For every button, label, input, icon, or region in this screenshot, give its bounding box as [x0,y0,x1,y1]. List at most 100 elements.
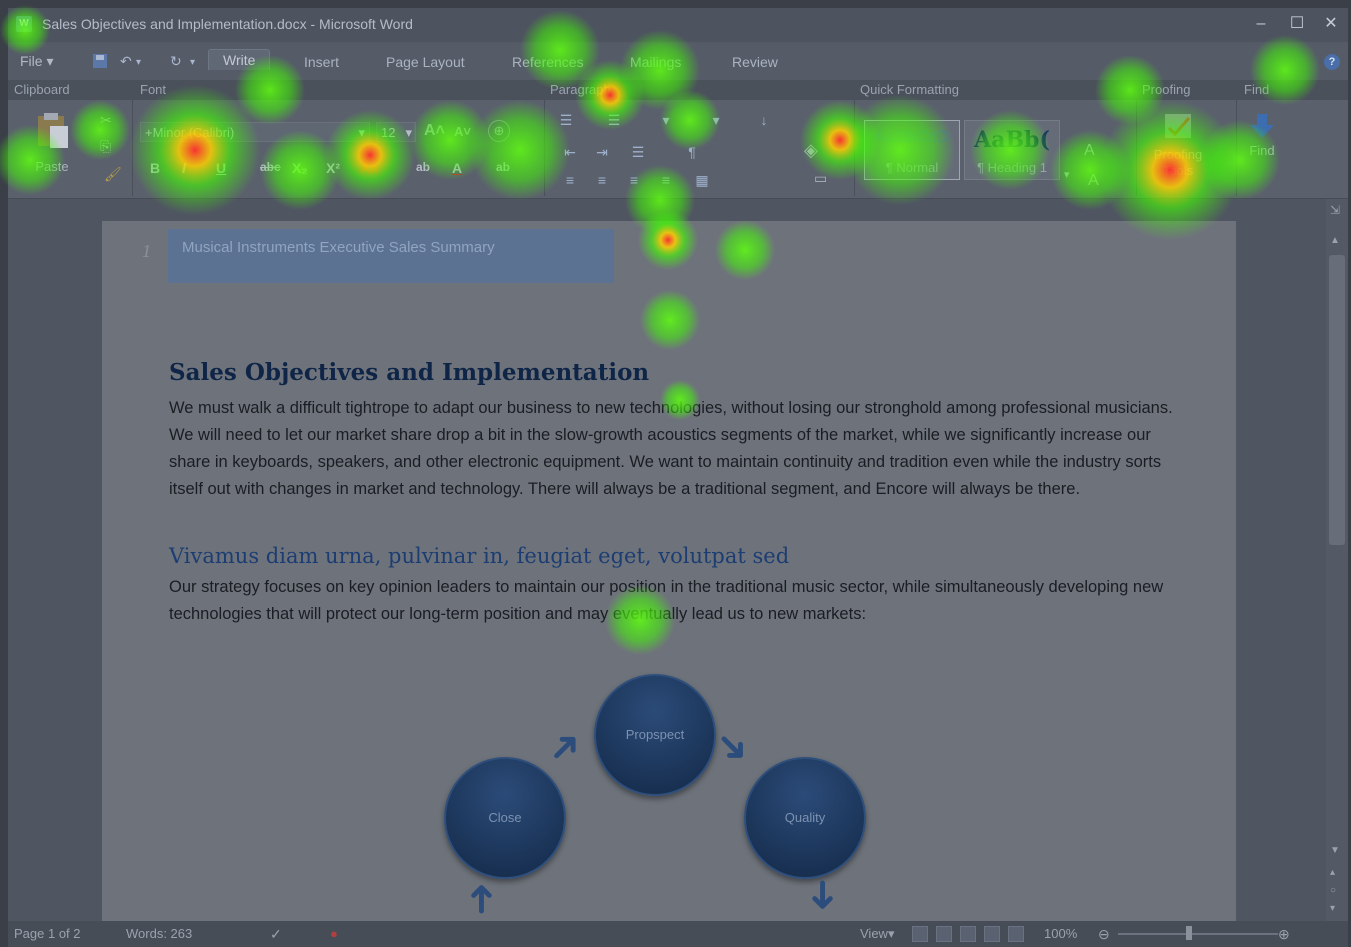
next-page-icon[interactable]: ▾ [1330,903,1335,914]
document-paragraph-1: We must walk a difficult tightrope to ad… [169,399,1173,498]
italic-button[interactable]: I [182,160,186,176]
redo-icon[interactable]: ↻ [170,53,182,70]
undo-icon[interactable]: ↶ [120,53,132,70]
indent-left-icon[interactable]: ⇤ [560,144,580,160]
view-menu[interactable]: View▾ [860,926,894,942]
document-area: 1 Musical Instruments Executive Sales Su… [8,199,1326,931]
subscript-button[interactable]: X₂ [292,160,308,176]
multilevel-icon[interactable]: ▾ [656,112,676,128]
window-title: Sales Objectives and Implementation.docx… [42,16,413,32]
group-label-paragraph: Paragraph [550,82,611,97]
align-right-icon[interactable]: ≡ [624,172,644,188]
draft-view-icon[interactable] [1008,926,1024,942]
justify-icon[interactable]: ≡ [656,172,676,188]
table-icon[interactable]: ▦ [692,172,712,188]
full-screen-view-icon[interactable] [936,926,952,942]
web-layout-view-icon[interactable] [960,926,976,942]
line-spacing-icon[interactable]: ☰ [628,144,648,160]
scroll-up-icon[interactable]: ▲ [1330,235,1340,246]
qat-dropdown-icon[interactable]: ▾ [190,57,195,68]
font-color-button[interactable]: A [452,160,462,176]
help-icon[interactable]: ? [1324,54,1340,70]
macro-record-icon[interactable]: ● [330,926,338,941]
proofing-status-icon[interactable]: ✓ [270,926,282,943]
diagram-node-quality[interactable]: Quality [744,757,866,879]
document-paragraph-2: Our strategy focuses on key opinion lead… [169,578,1164,623]
paste-button[interactable]: Paste [32,110,72,174]
style-heading-1[interactable]: AaBb( ¶ Heading 1 [964,120,1060,180]
tab-review[interactable]: Review [732,54,778,70]
maximize-button[interactable]: ☐ [1284,12,1310,36]
align-left-icon[interactable]: ≡ [560,172,580,188]
find-button[interactable]: Find [1242,112,1282,158]
ribbon: Clipboard Font Paragraph Quick Formattin… [8,80,1348,199]
copy-icon[interactable]: ⎘ [100,138,111,155]
shrink-font-icon[interactable]: A˅ [454,124,471,139]
style-normal-sample: AaBbCcD [874,127,950,146]
zoom-slider-thumb[interactable] [1186,926,1192,940]
bullets-icon[interactable]: ☰ [556,112,576,128]
decrease-indent-icon[interactable]: ▾ [706,112,726,128]
underline-button[interactable]: U [216,160,226,176]
editing-icon[interactable]: A [1088,172,1099,190]
print-layout-view-icon[interactable] [912,926,928,942]
tab-page-layout[interactable]: Page Layout [386,54,465,70]
document-heading-2: Vivamus diam urna, pulvinar in, feugiat … [169,544,790,568]
borders-icon[interactable]: ▭ [814,170,827,187]
proofing-icon [1165,114,1191,138]
file-menu[interactable]: File ▾ [20,53,53,70]
font-name-select[interactable]: +Minor (Calibri) ▾ [140,122,370,142]
word-count[interactable]: Words: 263 [126,926,192,941]
tab-insert[interactable]: Insert [304,54,339,70]
close-button[interactable]: ✕ [1318,12,1344,36]
format-painter-icon[interactable]: 🖌 [104,166,122,183]
style-normal[interactable]: AaBbCcD ¶ Normal [864,120,960,180]
zoom-level[interactable]: 100% [1044,926,1077,941]
scroll-down-icon[interactable]: ▼ [1330,845,1340,856]
zoom-out-icon[interactable]: ⊖ [1098,926,1110,943]
zoom-slider-track[interactable] [1118,933,1278,935]
superscript-button[interactable]: X² [326,160,340,176]
font-size-select[interactable]: 12 ▾ [376,122,416,142]
bold-button[interactable]: B [150,160,160,176]
styles-more-icon[interactable]: ▾ [1064,168,1070,181]
indent-right-icon[interactable]: ⇥ [592,144,612,160]
proofing-tools-button[interactable]: Proofing Tools [1148,110,1208,179]
clear-format-button[interactable]: ab [496,160,510,174]
change-case-button[interactable]: Aa [360,160,378,176]
zoom-in-icon[interactable]: ⊕ [1278,926,1290,943]
save-icon[interactable] [92,53,108,72]
document-heading-1: Sales Objectives and Implementation [169,359,650,386]
browse-object-icon[interactable]: ○ [1330,885,1336,896]
proofing-tools-label: Proofing Tools [1153,147,1203,178]
diagram-node-propspect[interactable]: Propspect [594,674,716,796]
grow-font-icon[interactable]: A˄ [424,122,445,140]
show-marks-icon[interactable]: ¶ [682,144,702,160]
scrollbar-thumb[interactable] [1329,255,1345,545]
change-styles-icon[interactable]: A [1084,142,1095,160]
style-heading-1-name: ¶ Heading 1 [977,160,1047,175]
page-count[interactable]: Page 1 of 2 [14,926,81,941]
undo-dropdown-icon[interactable]: ▾ [136,57,141,68]
diagram-node-close[interactable]: Close [444,757,566,879]
word-app-icon: W [16,16,32,32]
sort-icon[interactable]: ↓ [754,112,774,128]
numbering-icon[interactable]: ☰ [604,112,624,128]
cut-icon[interactable]: ✂ [100,112,112,129]
minimize-button[interactable]: – [1248,12,1274,36]
vertical-scrollbar[interactable]: ⇲ ▲ ▼ ▴ ○ ▾ [1326,199,1348,921]
tab-write[interactable]: Write [208,49,271,70]
strikethrough-button[interactable]: abc [260,160,281,174]
align-center-icon[interactable]: ≡ [592,172,612,188]
document-page[interactable]: 1 Musical Instruments Executive Sales Su… [102,221,1236,931]
ruler-toggle-icon[interactable]: ⇲ [1330,203,1340,217]
tab-mailings[interactable]: Mailings [630,54,681,70]
page-number: 1 [142,241,151,261]
tab-references[interactable]: References [512,54,584,70]
outline-view-icon[interactable] [984,926,1000,942]
globe-icon[interactable]: ⊕ [488,120,510,142]
highlight-button[interactable]: ab [416,160,430,174]
shading-icon[interactable]: ◈ [804,140,818,161]
prev-page-icon[interactable]: ▴ [1330,867,1335,878]
group-label-clipboard: Clipboard [14,82,70,97]
